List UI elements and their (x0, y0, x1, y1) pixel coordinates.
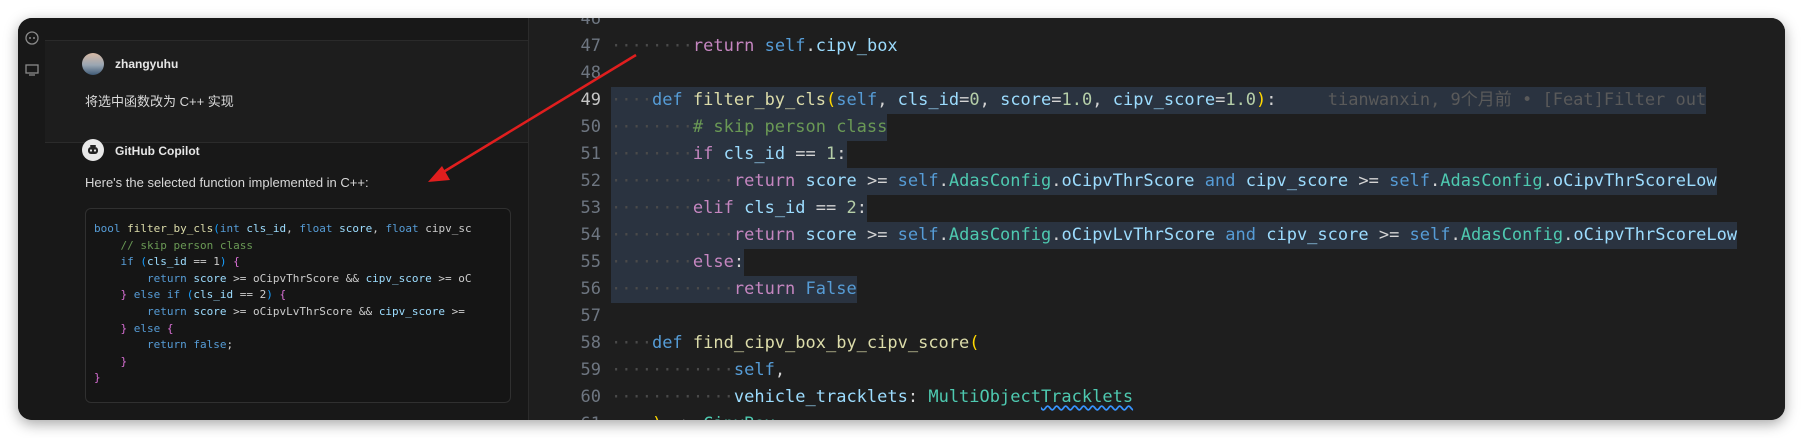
line-number: 51 (580, 144, 601, 164)
code-editor[interactable]: 46 47 48 49 50 51 52 53 54 55 56 57 58 59 60 61 ·······… (529, 18, 1785, 420)
code-line: ········# skip person class (611, 114, 888, 141)
code-line: } (94, 371, 101, 385)
code-line: ········else: (611, 249, 745, 276)
code-line: ········elif cls_id == 2: (611, 195, 867, 222)
git-blame-annotation: tianwanxin, 9个月前 • [Feat]Filter out (1276, 90, 1707, 110)
code-snippet: bool filter_by_cls(int cls_id, float sco… (86, 209, 510, 387)
line-number: 61 (529, 411, 601, 420)
code-line: // skip person class (94, 238, 253, 252)
line-number: 52 (580, 171, 601, 191)
code-line: ····def filter_by_cls(self, cls_id=0, sc… (611, 87, 1707, 114)
copilot-icon[interactable] (18, 26, 45, 50)
line-number-gutter: 46 47 48 49 50 51 52 53 54 55 56 57 58 59 60 61 (529, 18, 601, 420)
app-window: zhangyuhu 将选中函数改为 C++ 实现 GitHub Copilot … (18, 18, 1785, 420)
code-line: ····def find_cipv_box_by_cipv_score( (611, 333, 980, 353)
code-line: return score >= oCipvThrScore && cipv_sc… (146, 271, 472, 285)
line-number: 47 (580, 36, 601, 56)
assistant-name: GitHub Copilot (115, 144, 200, 158)
code-line: ············return score >= self.AdasCon… (611, 168, 1717, 195)
user-message-text: 将选中函数改为 C++ 实现 (85, 94, 234, 109)
code-line: ············self, (611, 360, 786, 380)
code-line: ············return score >= self.AdasCon… (611, 222, 1738, 249)
line-number: 59 (580, 360, 601, 380)
code-line: bool filter_by_cls(int cls_id, float sco… (94, 222, 472, 235)
code-line: ····) -> CipvBox: (611, 411, 785, 420)
line-number: 50 (580, 117, 601, 137)
panel-layout-icon[interactable] (18, 58, 45, 82)
code-line: ············return False (611, 276, 857, 303)
code-line: ········if cls_id == 1: (611, 141, 847, 168)
line-number: 54 (580, 225, 601, 245)
assistant-reply-text: Here's the selected function implemented… (85, 175, 369, 190)
line-number: 46 (580, 18, 601, 29)
code-line: ········return self.cipv_box (611, 36, 898, 56)
editor-code-area[interactable]: ········return self.cipv_box ····def filt… (611, 18, 1785, 420)
code-line: if (cls_id == 1) { (120, 255, 240, 269)
avatar (82, 53, 104, 75)
code-line: } else { (120, 321, 174, 335)
code-line: return score >= oCipvLvThrScore && cipv_… (146, 304, 465, 318)
line-number: 57 (580, 306, 601, 326)
activity-bar (18, 18, 45, 420)
copilot-chat-panel: zhangyuhu 将选中函数改为 C++ 实现 GitHub Copilot … (45, 18, 529, 420)
code-line: } else if (cls_id == 2) { (120, 288, 287, 302)
code-line: ············vehicle_tracklets: MultiObje… (611, 387, 1134, 407)
line-number: 58 (580, 333, 601, 353)
line-number: 55 (580, 252, 601, 272)
code-line: return false; (146, 338, 234, 352)
code-snippet-block[interactable]: bool filter_by_cls(int cls_id, float sco… (85, 208, 511, 403)
copilot-avatar-icon (82, 139, 104, 161)
line-number: 48 (580, 63, 601, 83)
line-number: 53 (580, 198, 601, 218)
line-number: 60 (580, 387, 601, 407)
line-number: 49 (580, 90, 601, 110)
code-line: } (120, 354, 128, 368)
user-name: zhangyuhu (115, 57, 179, 71)
line-number: 56 (580, 279, 601, 299)
